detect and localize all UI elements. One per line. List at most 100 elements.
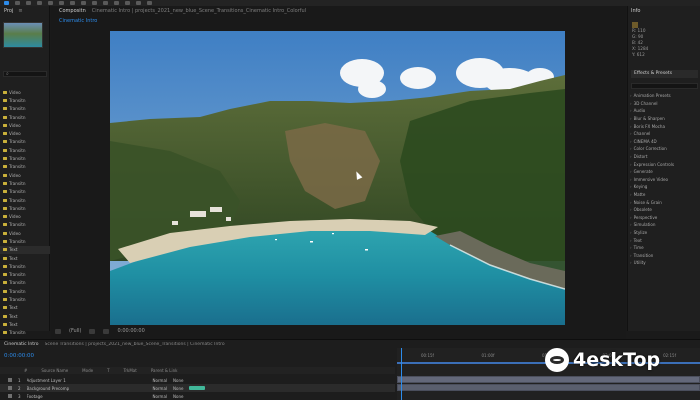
chevron-right-icon[interactable]: › xyxy=(630,230,632,235)
magnification-button[interactable] xyxy=(55,328,61,334)
puppet-tool-icon[interactable] xyxy=(147,1,152,5)
project-item[interactable]: Transitn xyxy=(0,279,50,287)
grid-toggle-button[interactable] xyxy=(89,328,96,334)
effect-category[interactable]: › Keying xyxy=(630,183,700,191)
effect-category[interactable]: › Audio xyxy=(630,107,700,115)
project-item[interactable]: Transitn xyxy=(0,237,50,245)
project-tab[interactable]: Proj xyxy=(4,8,13,14)
chevron-right-icon[interactable]: › xyxy=(630,184,632,189)
footage-frame[interactable] xyxy=(110,31,565,325)
effect-category[interactable]: › Stylize xyxy=(630,229,700,237)
effect-category[interactable]: › Immersive Video xyxy=(630,176,700,184)
zoom-level[interactable]: (Full) xyxy=(69,328,81,334)
project-item[interactable]: Transitn xyxy=(0,204,50,212)
project-item[interactable]: Text xyxy=(0,320,50,328)
project-item[interactable]: Transitn xyxy=(0,105,50,113)
effect-category[interactable]: › Transition xyxy=(630,251,700,259)
project-item[interactable]: Transitn xyxy=(0,154,50,162)
track-matte-badge[interactable] xyxy=(189,386,206,390)
effect-category[interactable]: › Time xyxy=(630,244,700,252)
project-item[interactable]: Transitn xyxy=(0,179,50,187)
chevron-right-icon[interactable]: › xyxy=(630,146,632,151)
chevron-right-icon[interactable]: › xyxy=(630,154,632,159)
project-item[interactable]: Video xyxy=(0,171,50,179)
project-item[interactable]: Transitn xyxy=(0,96,50,104)
playhead[interactable] xyxy=(401,348,402,400)
chevron-right-icon[interactable]: › xyxy=(630,93,632,98)
project-item[interactable]: Transitn xyxy=(0,146,50,154)
chevron-right-icon[interactable]: › xyxy=(630,131,632,136)
effect-category[interactable]: › Text xyxy=(630,236,700,244)
chevron-right-icon[interactable]: › xyxy=(630,200,632,205)
project-item[interactable]: Transitn xyxy=(0,271,50,279)
layer-parent-select[interactable]: None xyxy=(173,394,183,399)
brush-tool-icon[interactable] xyxy=(103,1,108,5)
project-item[interactable]: Video xyxy=(0,129,50,137)
layer-parent-select[interactable]: None xyxy=(173,386,183,391)
project-item[interactable]: Transitn xyxy=(0,138,50,146)
chevron-right-icon[interactable]: › xyxy=(630,245,632,250)
project-item[interactable]: Video xyxy=(0,212,50,220)
project-item[interactable]: Transitn xyxy=(0,329,50,337)
layer-mode-select[interactable]: Normal xyxy=(153,378,167,383)
project-item[interactable]: Transitn xyxy=(0,262,50,270)
timeline-layer-row[interactable]: 3 Footage Normal None xyxy=(0,392,395,400)
layer-bar[interactable] xyxy=(397,376,700,383)
effect-category[interactable]: › Simulation xyxy=(630,221,700,229)
project-item[interactable]: Transitn xyxy=(0,163,50,171)
roto-tool-icon[interactable] xyxy=(136,1,141,5)
effect-category[interactable]: › CINEMA 4D xyxy=(630,138,700,146)
layer-label-color-chip[interactable] xyxy=(8,386,12,390)
chevron-right-icon[interactable]: › xyxy=(630,260,632,265)
effect-category[interactable]: › Blur & Sharpen xyxy=(630,115,700,123)
camera-tool-icon[interactable] xyxy=(48,1,53,5)
chevron-right-icon[interactable]: › xyxy=(630,215,632,220)
composition-breadcrumb[interactable]: Cinematic Intro xyxy=(59,18,97,24)
chevron-right-icon[interactable]: › xyxy=(630,116,632,121)
project-item[interactable]: Video xyxy=(0,229,50,237)
chevron-right-icon[interactable]: › xyxy=(630,108,632,113)
layer-bar[interactable] xyxy=(397,384,700,391)
project-item[interactable]: Transitn xyxy=(0,196,50,204)
selection-tool-icon[interactable] xyxy=(4,1,9,5)
project-item[interactable]: Video xyxy=(0,121,50,129)
layer-name[interactable]: Background Precomp xyxy=(27,386,147,391)
chevron-right-icon[interactable]: › xyxy=(630,222,632,227)
project-item[interactable]: Transitn xyxy=(0,113,50,121)
layer-parent-select[interactable]: None xyxy=(173,378,183,383)
project-item[interactable]: Video xyxy=(0,88,50,96)
chevron-right-icon[interactable]: › xyxy=(630,162,632,167)
chevron-right-icon[interactable]: › xyxy=(630,207,632,212)
effect-category[interactable]: › Perspective xyxy=(630,214,700,222)
effects-presets-tab[interactable]: Effects & Presets xyxy=(631,70,698,78)
chevron-right-icon[interactable]: › xyxy=(630,253,632,258)
effect-category[interactable]: › Generate xyxy=(630,168,700,176)
info-tab[interactable]: Info xyxy=(631,8,640,14)
chevron-right-icon[interactable]: › xyxy=(630,169,632,174)
layer-name[interactable]: Adjustment Layer 1 xyxy=(27,378,147,383)
pen-tool-icon[interactable] xyxy=(81,1,86,5)
layer-label-color-chip[interactable] xyxy=(8,394,12,398)
snapshot-button[interactable] xyxy=(103,328,110,334)
rotate-tool-icon[interactable] xyxy=(37,1,42,5)
project-item[interactable]: Text xyxy=(0,304,50,312)
chevron-right-icon[interactable]: › xyxy=(630,177,632,182)
timeline-tab[interactable]: Cinematic Intro xyxy=(4,342,39,347)
chevron-right-icon[interactable]: › xyxy=(630,124,632,129)
project-item[interactable]: Text xyxy=(0,254,50,262)
project-item[interactable]: Transitn xyxy=(0,221,50,229)
project-item[interactable]: Text xyxy=(0,245,50,254)
effect-category[interactable]: › Expression Controls xyxy=(630,160,700,168)
layer-mode-select[interactable]: Normal xyxy=(153,386,167,391)
effects-search-input[interactable] xyxy=(631,83,698,89)
effect-category[interactable]: › Matte xyxy=(630,191,700,199)
project-item[interactable]: Transitn xyxy=(0,188,50,196)
panel-menu-icon[interactable]: ≡ xyxy=(18,8,22,14)
chevron-right-icon[interactable]: › xyxy=(630,238,632,243)
chevron-right-icon[interactable]: › xyxy=(630,192,632,197)
layer-label-color-chip[interactable] xyxy=(8,378,12,382)
timeline-timecode[interactable]: 0:00:00:00 xyxy=(4,353,34,359)
chevron-right-icon[interactable]: › xyxy=(630,101,632,106)
chevron-right-icon[interactable]: › xyxy=(630,139,632,144)
effect-category[interactable]: › Boris FX Mocha xyxy=(630,122,700,130)
